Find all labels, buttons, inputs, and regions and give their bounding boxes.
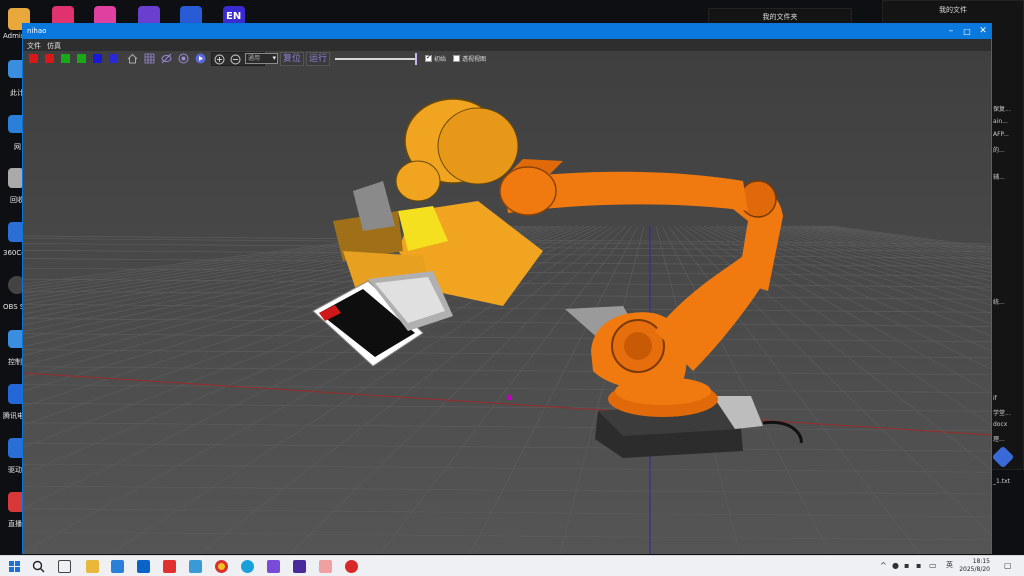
desktop-icon-label: 网	[14, 143, 21, 151]
chevron-down-icon: ▾	[272, 54, 276, 62]
red-square-icon[interactable]	[29, 54, 38, 63]
scene-canvas[interactable]	[23, 51, 991, 554]
grid-icon[interactable]	[144, 53, 155, 64]
desktop-icon-label: 控制	[8, 358, 22, 366]
menu-simulation[interactable]: 仿真	[47, 41, 61, 51]
tray-icon[interactable]: ▪	[916, 561, 921, 570]
play-icon[interactable]	[195, 53, 206, 64]
minimize-button[interactable]: –	[943, 25, 959, 38]
zoom-out-icon[interactable]	[230, 54, 241, 65]
3d-viewport[interactable]: 通用 ▾ 复位 运行 初始 透视视图	[23, 51, 991, 554]
search-icon[interactable]	[32, 560, 45, 573]
network-tray-icon[interactable]: ▭	[929, 561, 937, 570]
menu-file[interactable]: 文件	[27, 41, 41, 51]
tray-icon[interactable]: ▪	[904, 561, 909, 570]
file-item[interactable]: 统...	[993, 297, 1005, 306]
mic-icon[interactable]: ●	[892, 561, 899, 570]
file-item[interactable]: 学堂...	[993, 408, 1011, 417]
file-item[interactable]: if	[993, 395, 997, 402]
terminal-icon[interactable]	[293, 560, 306, 573]
window-title: nihao	[27, 27, 47, 35]
record-icon[interactable]	[178, 53, 189, 64]
visual-studio-taskbar-icon[interactable]	[267, 560, 280, 573]
app-taskbar-icon[interactable]	[345, 560, 358, 573]
file-item[interactable]: ain...	[993, 118, 1008, 125]
speed-slider-thumb[interactable]	[415, 53, 417, 65]
desktop-icon-label: 直播	[8, 520, 22, 528]
home-icon[interactable]	[127, 53, 138, 64]
background-window-title: 我的文件夹	[762, 13, 798, 21]
file-item[interactable]: docx	[993, 421, 1007, 428]
file-item[interactable]: 辅...	[993, 172, 1005, 181]
checkbox-perspective[interactable]	[453, 55, 460, 62]
checkbox-initial[interactable]	[425, 53, 432, 62]
wps-icon[interactable]	[163, 560, 176, 573]
task-view-icon[interactable]	[58, 560, 71, 573]
green-square-icon[interactable]	[77, 54, 86, 63]
file-item[interactable]: AFP...	[993, 131, 1009, 138]
notification-icon[interactable]: ▢	[1004, 561, 1012, 570]
checkbox-perspective-label: 透视视图	[462, 56, 487, 63]
checkbox-initial-label: 初始	[434, 56, 447, 63]
clock[interactable]: 18:15 2025/8/20	[959, 558, 990, 574]
file-item[interactable]: 的...	[993, 145, 1005, 154]
file-explorer-icon[interactable]	[86, 560, 99, 573]
blue-square-icon[interactable]	[93, 54, 102, 63]
toolbar: 通用 ▾ 复位 运行 初始 透视视图	[23, 51, 503, 66]
close-button[interactable]: ✕	[975, 25, 991, 38]
windows-start-icon[interactable]	[8, 560, 21, 573]
ime-indicator[interactable]: 英	[946, 560, 953, 570]
app-window: nihao – □ ✕ 文件 仿真 通用 ▾ 复位 运行 ✓ 初始 透视视图	[22, 23, 992, 554]
file-item[interactable]: _1.txt	[993, 478, 1010, 485]
reset-button[interactable]: 复位	[280, 52, 305, 66]
red-square-icon[interactable]	[45, 54, 54, 63]
clock-date: 2025/8/20	[959, 566, 990, 573]
app-taskbar-icon[interactable]	[319, 560, 332, 573]
edge-icon[interactable]	[241, 560, 254, 573]
clock-time: 18:15	[972, 558, 990, 565]
view-select[interactable]: 通用 ▾	[245, 53, 278, 64]
view-select-value: 通用	[248, 55, 261, 62]
green-square-icon[interactable]	[61, 54, 70, 63]
taskbar: ^ ● ▪ ▪ ▭ 英 18:15 2025/8/20 ▢	[0, 555, 1024, 576]
maximize-button[interactable]: □	[959, 25, 975, 38]
background-window-title: 我的文件	[939, 6, 967, 14]
desktop-icon-label: 腾讯电	[3, 412, 24, 420]
desktop-icon-label: 驱动	[8, 466, 22, 474]
chevron-up-icon[interactable]: ^	[880, 561, 887, 570]
speed-slider[interactable]	[335, 58, 415, 60]
store-icon[interactable]	[111, 560, 124, 573]
chrome-icon[interactable]	[215, 560, 228, 573]
file-item[interactable]: 理...	[993, 434, 1005, 443]
run-button[interactable]: 运行	[306, 52, 331, 66]
blue-square-icon[interactable]	[109, 54, 118, 63]
outlook-icon[interactable]	[137, 560, 150, 573]
target-marker[interactable]	[508, 395, 512, 400]
file-item[interactable]: 保复...	[993, 104, 1011, 113]
menu-bar: 文件 仿真	[23, 39, 991, 51]
background-window-folder[interactable]: 我的文件夹	[708, 8, 852, 24]
remote-desktop-icon[interactable]	[189, 560, 202, 573]
en-icon-label: EN	[226, 11, 242, 22]
title-bar[interactable]: nihao – □ ✕	[23, 24, 991, 39]
eye-hide-icon[interactable]	[161, 53, 172, 64]
zoom-in-icon[interactable]	[214, 54, 225, 65]
